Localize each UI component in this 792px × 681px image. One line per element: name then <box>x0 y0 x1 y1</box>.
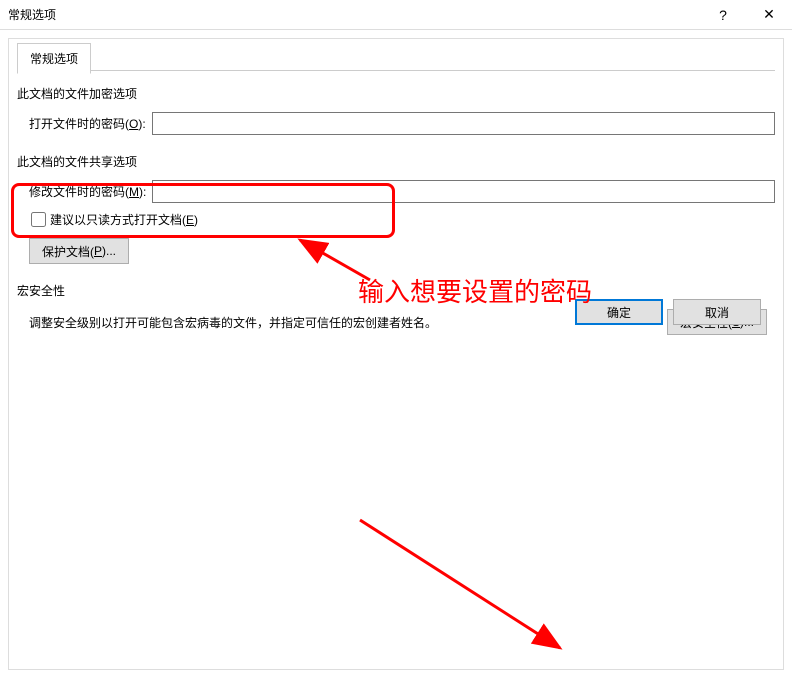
open-password-row: 打开文件时的密码(O): <box>17 112 775 135</box>
help-button[interactable]: ? <box>700 0 746 30</box>
titlebar: 常规选项 ? ✕ <box>0 0 792 30</box>
titlebar-controls: ? ✕ <box>700 0 792 29</box>
footer-buttons: 确定 取消 <box>575 299 761 325</box>
modify-password-row: 修改文件时的密码(M): <box>17 180 775 203</box>
macro-description: 调整安全级别以打开可能包含宏病毒的文件，并指定可信任的宏创建者姓名。 <box>29 314 667 331</box>
share-section-label: 此文档的文件共享选项 <box>17 153 775 170</box>
tab-strip: 常规选项 <box>17 43 783 71</box>
open-password-input[interactable] <box>152 112 775 135</box>
dialog-body: 常规选项 此文档的文件加密选项 打开文件时的密码(O): 此文档的文件共享选项 … <box>8 38 784 670</box>
tab-pane: 此文档的文件加密选项 打开文件时的密码(O): 此文档的文件共享选项 修改文件时… <box>17 70 775 335</box>
protect-document-button[interactable]: 保护文档(P)... <box>29 238 129 264</box>
modify-password-label: 修改文件时的密码(M): <box>29 183 146 200</box>
open-password-label: 打开文件时的密码(O): <box>29 115 146 132</box>
close-button[interactable]: ✕ <box>746 0 792 30</box>
readonly-row: 建议以只读方式打开文档(E) <box>17 211 775 228</box>
readonly-checkbox[interactable] <box>31 212 46 227</box>
tab-general[interactable]: 常规选项 <box>17 43 91 74</box>
cancel-button[interactable]: 取消 <box>673 299 761 325</box>
modify-password-input[interactable] <box>152 180 775 203</box>
encrypt-section-label: 此文档的文件加密选项 <box>17 85 775 102</box>
window-title: 常规选项 <box>8 6 56 23</box>
readonly-label: 建议以只读方式打开文档(E) <box>50 211 198 228</box>
ok-button[interactable]: 确定 <box>575 299 663 325</box>
macro-section-label: 宏安全性 <box>17 282 775 299</box>
